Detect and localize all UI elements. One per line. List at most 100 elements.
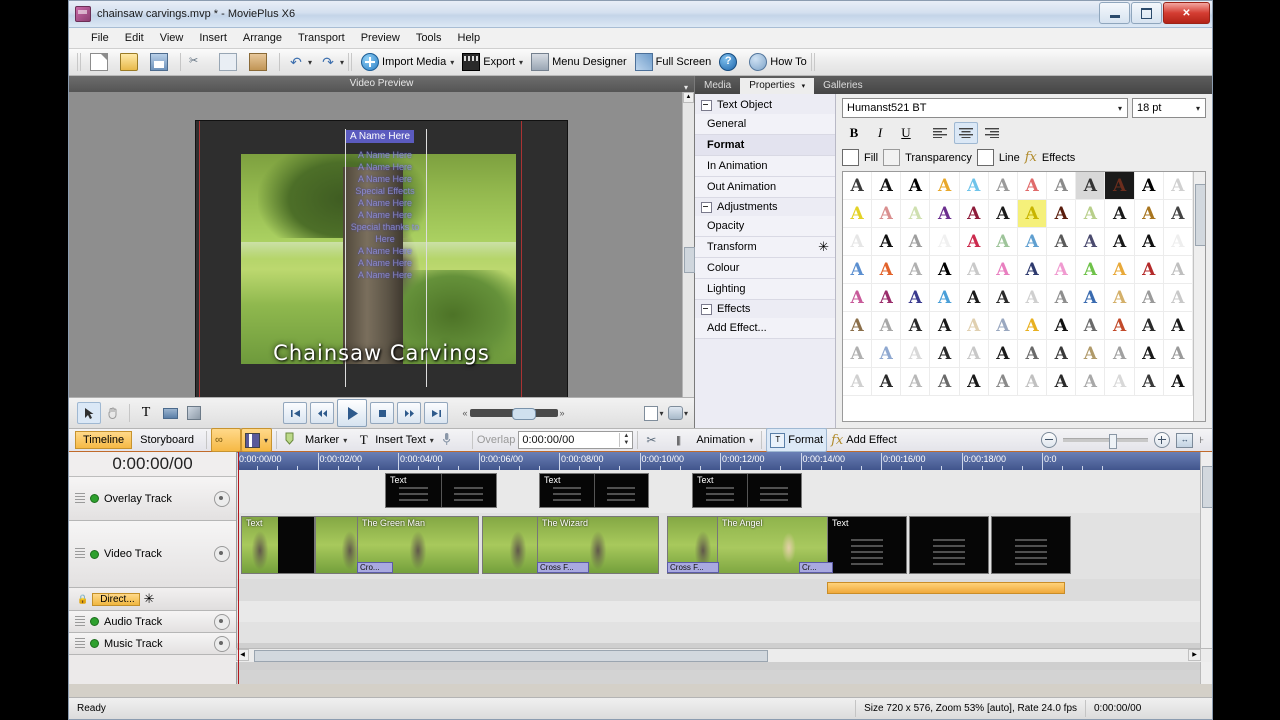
overlap-input[interactable]: 0:00:00/00 ▲ ▼ [518, 431, 634, 449]
property-item-general[interactable]: General [695, 114, 835, 135]
gallery-style-cell[interactable]: A [872, 256, 902, 284]
gallery-style-cell[interactable]: A [988, 284, 1018, 312]
gallery-style-cell[interactable]: A [1017, 368, 1048, 396]
gallery-style-cell[interactable]: A [1076, 228, 1106, 256]
play-button[interactable] [337, 399, 368, 427]
gallery-style-cell[interactable]: A [872, 172, 902, 200]
preview-canvas[interactable]: A Name Here A Name Here A Name Here Spec… [195, 120, 568, 400]
storyboard-mode-button[interactable]: Storyboard [132, 431, 202, 449]
gallery-style-cell[interactable]: A [1076, 284, 1106, 312]
gallery-style-cell[interactable]: A [872, 340, 902, 368]
property-item-add-effect[interactable]: Add Effect... [695, 318, 835, 339]
export-button[interactable]: Export ▾ [458, 50, 527, 74]
chevron-down-icon[interactable]: ▾ [430, 436, 434, 445]
scroll-thumb[interactable] [684, 247, 695, 273]
font-family-select[interactable]: Humanst521 BT ▾ [842, 98, 1128, 118]
zoom-out-icon[interactable] [1041, 432, 1058, 448]
envelope-segment[interactable] [827, 582, 1065, 594]
gallery-style-cell[interactable]: A [843, 228, 873, 256]
scroll-thumb[interactable] [1195, 184, 1205, 246]
bold-button[interactable]: B [842, 122, 866, 144]
gallery-style-cell[interactable]: A [1105, 228, 1135, 256]
spinner-buttons[interactable]: ▲ ▼ [619, 433, 632, 447]
transition-clip[interactable]: Cross F... [667, 562, 719, 573]
chevron-down-icon[interactable]: ▾ [684, 409, 688, 418]
overlay-clip[interactable]: Text [385, 473, 497, 508]
gallery-style-cell[interactable]: A [988, 200, 1018, 228]
go-to-end-button[interactable] [424, 402, 449, 424]
gallery-scrollbar[interactable] [1193, 172, 1205, 421]
gallery-style-cell[interactable]: A [872, 228, 902, 256]
gallery-style-cell[interactable]: A [1134, 200, 1164, 228]
chevron-down-icon[interactable]: ▾ [749, 436, 753, 445]
gallery-style-cell[interactable]: A [930, 284, 960, 312]
toolbar-grip[interactable] [348, 53, 354, 71]
open-button[interactable] [116, 50, 146, 74]
scroll-right-icon[interactable]: ▶ [1188, 649, 1201, 661]
gallery-style-cell[interactable]: A [1017, 228, 1048, 256]
keyframe-asterisk-icon[interactable]: ✳ [144, 591, 155, 607]
step-back-button[interactable] [310, 402, 335, 424]
gallery-style-cell[interactable]: A [988, 312, 1018, 340]
align-right-button[interactable] [980, 122, 1004, 144]
gallery-style-cell[interactable]: A [872, 200, 902, 228]
gallery-style-cell[interactable]: A [1076, 340, 1106, 368]
menu-designer-button[interactable]: Menu Designer [527, 50, 631, 74]
gallery-style-cell[interactable]: A [930, 228, 960, 256]
gallery-style-cell[interactable]: A [959, 312, 989, 340]
colour-picker-tool-button[interactable] [182, 402, 206, 424]
chevron-down-icon[interactable]: ▾ [264, 436, 268, 445]
gallery-style-cell[interactable]: A [959, 200, 989, 228]
import-media-button[interactable]: Import Media ▾ [357, 50, 458, 74]
add-effect-button[interactable]: fx Add Effect [827, 428, 901, 452]
timeline-horizontal-scrollbar[interactable]: ◀ ▶ [236, 648, 1212, 662]
gallery-style-cell[interactable]: A [872, 312, 902, 340]
gallery-style-cell[interactable]: A [959, 368, 989, 396]
gallery-style-cell[interactable]: A [843, 200, 873, 228]
track-header-audio[interactable]: Audio Track [69, 611, 236, 633]
gallery-style-cell[interactable]: A [1163, 284, 1193, 312]
zoom-slider[interactable] [1063, 434, 1149, 449]
envelope-lock-icon[interactable]: 🔒 [77, 594, 88, 605]
gallery-style-cell[interactable]: A [1047, 312, 1077, 340]
gallery-style-cell[interactable]: A [1047, 340, 1077, 368]
menu-item-edit[interactable]: Edit [117, 30, 152, 46]
pan-tool-button[interactable] [101, 402, 125, 424]
menu-item-arrange[interactable]: Arrange [235, 30, 290, 46]
toolbar-grip[interactable] [810, 53, 816, 71]
gallery-style-cell[interactable]: A [872, 368, 902, 396]
menu-item-transport[interactable]: Transport [290, 30, 353, 46]
minimize-button[interactable] [1099, 2, 1130, 24]
gallery-style-cell[interactable]: A [930, 172, 960, 200]
gallery-style-cell[interactable]: A [1047, 172, 1077, 200]
fill-swatch[interactable] [842, 149, 859, 166]
gallery-style-cell[interactable]: A [988, 340, 1018, 368]
property-item-colour[interactable]: Colour [695, 258, 835, 279]
gallery-style-cell[interactable]: A [988, 228, 1018, 256]
gallery-style-cell[interactable]: A [1163, 368, 1193, 396]
gallery-style-cell[interactable]: A [1076, 312, 1106, 340]
chevron-down-icon[interactable]: ▾ [802, 83, 806, 90]
track-header-video[interactable]: Video Track [69, 521, 236, 588]
overlay-clip[interactable]: Text [539, 473, 649, 508]
link-button[interactable]: ∞ [210, 428, 241, 452]
keyframe-asterisk-icon[interactable]: ✳ [818, 240, 829, 253]
gallery-style-cell[interactable]: A [1105, 256, 1135, 284]
track-expand-icon[interactable] [75, 615, 85, 628]
tab-properties[interactable]: Properties ▾ [740, 78, 815, 94]
gallery-style-cell[interactable]: A [1076, 200, 1106, 228]
gallery-style-cell[interactable]: A [1163, 256, 1193, 284]
gallery-style-cell[interactable]: A [843, 312, 873, 340]
new-button[interactable] [86, 50, 116, 74]
lane-music[interactable] [237, 622, 1212, 644]
video-clip[interactable]: Text [241, 516, 315, 574]
gallery-style-cell[interactable]: A [930, 340, 960, 368]
gallery-style-cell[interactable]: A [901, 200, 931, 228]
gallery-style-cell[interactable]: A [901, 340, 931, 368]
video-clip[interactable] [991, 516, 1071, 574]
italic-button[interactable]: I [868, 122, 892, 144]
undo-button[interactable]: ↶ ▾ [284, 50, 316, 74]
effects-label[interactable]: Effects [1042, 152, 1075, 164]
transition-clip[interactable]: Cross F... [537, 562, 589, 573]
gallery-style-cell[interactable]: A [843, 284, 873, 312]
